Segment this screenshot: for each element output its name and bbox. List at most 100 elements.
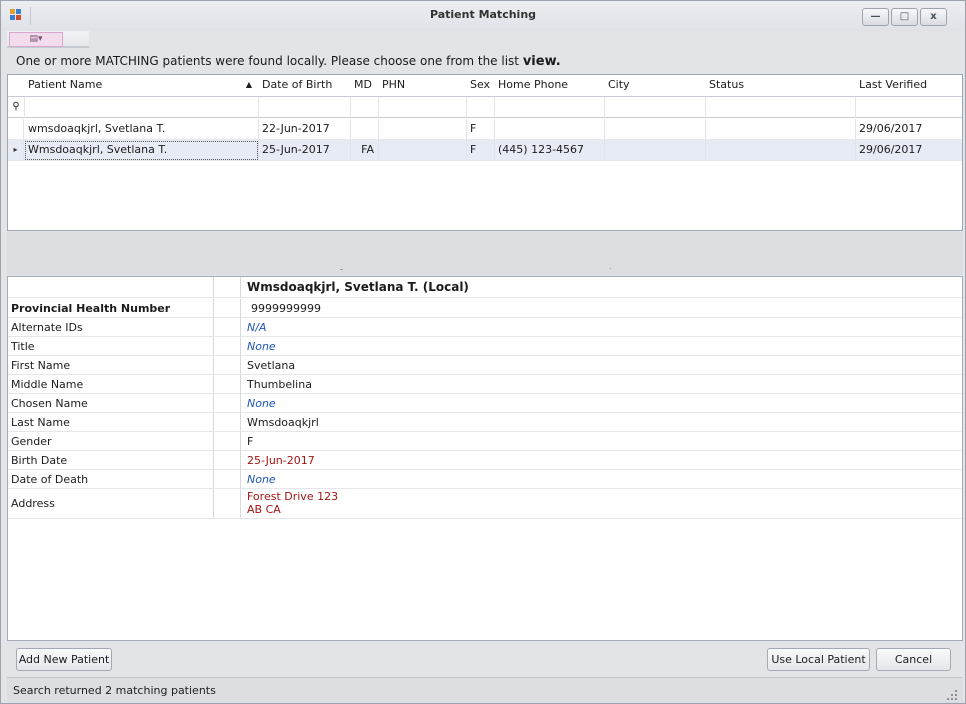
layout-strip: ▤▾	[7, 31, 89, 48]
detail-label: Middle Name	[11, 378, 84, 391]
address-line-2: AB CA	[247, 503, 281, 516]
cell-patient-name[interactable]: wmsdoaqkjrl, Svetlana T.	[24, 119, 259, 140]
detail-label: Last Name	[11, 416, 70, 429]
cell-dob[interactable]: 25-Jun-2017	[258, 140, 351, 161]
current-row-indicator-icon[interactable]: ▸	[8, 140, 24, 161]
cell-phn[interactable]	[378, 119, 467, 140]
detail-label: Chosen Name	[11, 397, 88, 410]
cell-status[interactable]	[705, 119, 856, 140]
detail-row-address: Address Forest Drive 123 AB CA	[8, 489, 962, 519]
column-header-last-verified[interactable]: Last Verified	[855, 75, 962, 97]
add-new-patient-button[interactable]: Add New Patient	[16, 648, 112, 671]
filter-cell-status[interactable]	[705, 97, 856, 118]
detail-row-birth-date: Birth Date 25-Jun-2017	[8, 451, 962, 470]
detail-spacer-column	[213, 318, 241, 336]
detail-spacer-column	[213, 451, 241, 469]
table-row[interactable]: wmsdoaqkjrl, Svetlana T. 22-Jun-2017 F 2…	[8, 119, 962, 140]
cell-dob[interactable]: 22-Jun-2017	[258, 119, 351, 140]
detail-value-date-of-death: None	[247, 473, 276, 486]
detail-row-first-name: First Name Svetlana	[8, 356, 962, 375]
detail-label: Birth Date	[11, 454, 68, 467]
cell-last-verified[interactable]: 29/06/2017	[855, 140, 962, 161]
detail-value-alternate-ids: N/A	[247, 321, 267, 334]
detail-value-last-name: Wmsdoaqkjrl	[247, 416, 319, 429]
detail-row-chosen-name: Chosen Name None	[8, 394, 962, 413]
cell-city[interactable]	[604, 119, 706, 140]
instruction-emphasis: view.	[522, 54, 561, 69]
instruction-main: One or more MATCHING patients were found…	[16, 54, 519, 68]
detail-value-address: Forest Drive 123 AB CA	[247, 490, 338, 516]
splitter-grip-dot	[340, 269, 343, 270]
column-header-dob[interactable]: Date of Birth	[258, 75, 351, 97]
filter-cell-sex[interactable]	[466, 97, 495, 118]
filter-cell-last-verified[interactable]	[855, 97, 962, 118]
instruction-text: One or more MATCHING patients were found…	[16, 54, 561, 69]
detail-row-middle-name: Middle Name Thumbelina	[8, 375, 962, 394]
patient-detail-pane: Wmsdoaqkjrl, Svetlana T. (Local) Provinc…	[7, 276, 963, 641]
resize-grip-icon[interactable]	[947, 690, 957, 700]
detail-label: Provincial Health Number	[11, 302, 171, 315]
cell-sex[interactable]: F	[466, 140, 495, 161]
cell-home-phone[interactable]: (445) 123-4567	[494, 140, 605, 161]
cell-phn[interactable]	[378, 140, 467, 161]
cell-status[interactable]	[705, 140, 856, 161]
status-text: Search returned 2 matching patients	[13, 684, 216, 697]
cell-city[interactable]	[604, 140, 706, 161]
detail-value-gender: F	[247, 435, 254, 448]
detail-row-last-name: Last Name Wmsdoaqkjrl	[8, 413, 962, 432]
detail-spacer-column	[213, 413, 241, 431]
layout-menu-button[interactable]: ▤▾	[9, 32, 63, 47]
filter-cell-patient-name[interactable]	[24, 97, 259, 118]
column-header-sex[interactable]: Sex	[466, 75, 495, 97]
address-line-1: Forest Drive 123	[247, 490, 339, 503]
detail-row-alternate-ids: Alternate IDs N/A	[8, 318, 962, 337]
detail-value-birth-date: 25-Jun-2017	[247, 454, 315, 467]
cell-home-phone[interactable]	[494, 119, 605, 140]
cell-md[interactable]	[350, 119, 379, 140]
detail-value-chosen-name: None	[247, 397, 276, 410]
minimize-button[interactable]: —	[862, 8, 889, 26]
cell-sex[interactable]: F	[466, 119, 495, 140]
column-header-md[interactable]: MD	[350, 75, 379, 97]
detail-label: Gender	[11, 435, 52, 448]
pane-splitter[interactable]	[7, 232, 963, 275]
column-header-patient-name[interactable]: Patient Name ▲	[24, 75, 259, 97]
filter-pin-icon[interactable]: ⚲	[8, 97, 25, 118]
filter-cell-home-phone[interactable]	[494, 97, 605, 118]
detail-label: First Name	[11, 359, 71, 372]
window-controls: — □ x	[862, 8, 947, 26]
filter-cell-phn[interactable]	[378, 97, 467, 118]
cell-md[interactable]: FA	[350, 140, 379, 161]
title-bar: Patient Matching — □ x	[1, 1, 965, 31]
detail-row-phn: Provincial Health Number 9999999999	[8, 299, 962, 318]
detail-header-title: Wmsdoaqkjrl, Svetlana T. (Local)	[247, 280, 469, 294]
detail-value-phn: 9999999999	[251, 302, 321, 315]
detail-spacer-column	[213, 470, 241, 488]
detail-spacer-column	[213, 356, 241, 374]
filter-cell-city[interactable]	[604, 97, 706, 118]
detail-row-date-of-death: Date of Death None	[8, 470, 962, 489]
cancel-button[interactable]: Cancel	[876, 648, 951, 671]
table-row-selected[interactable]: ▸ Wmsdoaqkjrl, Svetlana T. 25-Jun-2017 F…	[8, 140, 962, 161]
filter-cell-dob[interactable]	[258, 97, 351, 118]
detail-header-row: Wmsdoaqkjrl, Svetlana T. (Local)	[8, 277, 962, 298]
column-header-phn[interactable]: PHN	[378, 75, 467, 97]
row-header[interactable]	[8, 119, 24, 140]
cell-patient-name[interactable]: Wmsdoaqkjrl, Svetlana T.	[24, 140, 259, 161]
detail-spacer-column	[213, 394, 241, 412]
filter-cell-md[interactable]	[350, 97, 379, 118]
column-header-home-phone[interactable]: Home Phone	[494, 75, 605, 97]
detail-value-middle-name: Thumbelina	[247, 378, 312, 391]
column-header-city[interactable]: City	[604, 75, 706, 97]
patient-results-grid: Patient Name ▲ Date of Birth MD PHN Sex …	[7, 74, 963, 231]
row-header-column	[8, 75, 25, 97]
detail-spacer-column	[213, 489, 241, 518]
column-header-status[interactable]: Status	[705, 75, 856, 97]
maximize-button[interactable]: □	[891, 8, 918, 26]
patient-matching-window: Patient Matching — □ x ▤▾ One or more MA…	[0, 0, 966, 704]
cell-last-verified[interactable]: 29/06/2017	[855, 119, 962, 140]
use-local-patient-button[interactable]: Use Local Patient	[767, 648, 870, 671]
close-button[interactable]: x	[920, 8, 947, 26]
detail-value-first-name: Svetlana	[247, 359, 296, 372]
detail-value-title: None	[247, 340, 276, 353]
